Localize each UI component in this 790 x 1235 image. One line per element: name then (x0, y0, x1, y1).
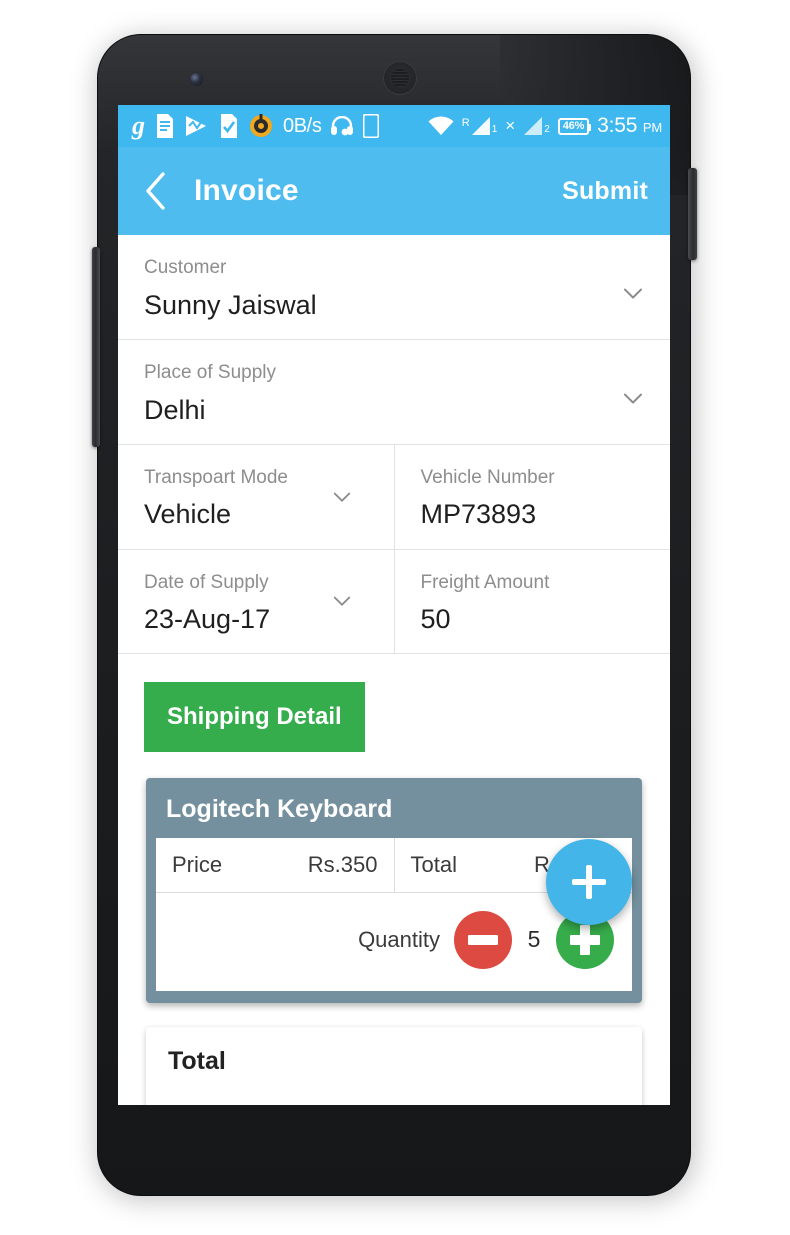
field-value: MP73893 (420, 499, 537, 530)
field-date-of-supply[interactable]: Date of Supply 23-Aug-17 (118, 549, 395, 654)
chevron-down-icon[interactable] (332, 487, 354, 509)
field-value: 50 (420, 604, 451, 635)
product-price-cell: Price Rs.350 (156, 837, 395, 892)
field-label: Customer (144, 257, 227, 278)
form-row-date-freight: Date of Supply 23-Aug-17 Freight Amount … (118, 549, 671, 655)
network-speed-label: 0B/s (283, 114, 322, 137)
field-vehicle-number[interactable]: Vehicle Number MP73893 (395, 445, 671, 549)
field-place-of-supply[interactable]: Place of Supply Delhi (118, 340, 670, 444)
field-customer[interactable]: Customer Sunny Jaiswal (118, 235, 670, 339)
field-transport-mode[interactable]: Transpoart Mode Vehicle (118, 444, 395, 549)
sim1-signal-icon: R 1 (461, 116, 498, 136)
play-wave-icon (185, 115, 209, 137)
shipping-detail-section: Shipping Detail (118, 654, 670, 779)
chevron-left-icon[interactable] (138, 172, 174, 210)
field-label: Vehicle Number (420, 466, 555, 488)
sim1-roaming-label: R (461, 117, 470, 129)
submit-button[interactable]: Submit (562, 177, 648, 206)
wifi-icon (428, 116, 454, 136)
check-document-icon (219, 114, 239, 138)
status-bar: g 0B/s R 1 × 2 46% 3:55 PM (118, 105, 670, 147)
chevron-down-icon[interactable] (622, 387, 644, 409)
chevron-down-icon[interactable] (622, 283, 644, 305)
plus-glyph (570, 924, 600, 955)
sim1-index-label: 1 (491, 124, 498, 135)
field-freight-amount[interactable]: Freight Amount 50 (395, 550, 671, 654)
quantity-label: Quantity (358, 926, 440, 952)
total-card-title: Total (168, 1046, 226, 1075)
note-icon (155, 114, 175, 138)
volume-button[interactable] (92, 247, 100, 447)
form-row-transport: Transpoart Mode Vehicle Vehicle Number M… (118, 444, 671, 550)
battery-percent-label: 46% (562, 120, 585, 132)
power-button[interactable] (688, 168, 697, 260)
minus-circle-icon[interactable] (454, 910, 512, 969)
product-title: Logitech Keyboard (166, 795, 393, 824)
field-label: Freight Amount (420, 571, 550, 593)
chevron-down-icon[interactable] (332, 592, 354, 614)
screenshot-root: g 0B/s R 1 × 2 46% 3:55 PM Invoice Submi… (0, 0, 790, 1235)
page-title: Invoice (194, 174, 299, 207)
price-value: Rs.350 (307, 851, 378, 877)
front-camera-icon (190, 73, 203, 86)
clock-time: 3:55 (597, 114, 638, 137)
earpiece-speaker-icon (383, 61, 417, 95)
sim-card-icon (363, 114, 380, 138)
headset-icon (331, 116, 354, 136)
quantity-value: 5 (527, 926, 541, 953)
status-bar-clock: 3:55 PM (597, 114, 662, 138)
app-bar: Invoice Submit (118, 147, 670, 235)
field-label: Place of Supply (144, 361, 277, 383)
price-label: Price (172, 851, 223, 877)
orange-target-icon (249, 114, 273, 138)
invoice-form: Customer Sunny Jaiswal Place of Supply D… (118, 235, 671, 655)
field-value: Delhi (144, 394, 206, 425)
field-value: Sunny Jaiswal (144, 289, 317, 320)
total-card: Total (146, 1026, 642, 1105)
g-app-icon: g (132, 111, 145, 140)
battery-indicator: 46% (557, 117, 592, 135)
minus-glyph (468, 934, 498, 945)
sim2-index-label: 2 (544, 124, 550, 135)
status-bar-left-icons: g 0B/s (132, 111, 380, 140)
status-bar-right-icons: R 1 × 2 46% 3:55 PM (428, 114, 662, 138)
clock-period: PM (642, 120, 662, 135)
add-item-fab[interactable] (546, 839, 632, 925)
phone-screen: g 0B/s R 1 × 2 46% 3:55 PM Invoice Submi… (118, 105, 670, 1105)
shipping-detail-button[interactable]: Shipping Detail (144, 682, 365, 753)
plus-icon (572, 865, 606, 899)
form-row-place-of-supply: Place of Supply Delhi (118, 340, 670, 445)
sim1-no-service-icon: × (505, 116, 516, 135)
sim2-signal-icon: 2 (523, 116, 550, 136)
total-label: Total (410, 851, 457, 877)
form-row-customer: Customer Sunny Jaiswal (118, 235, 670, 340)
